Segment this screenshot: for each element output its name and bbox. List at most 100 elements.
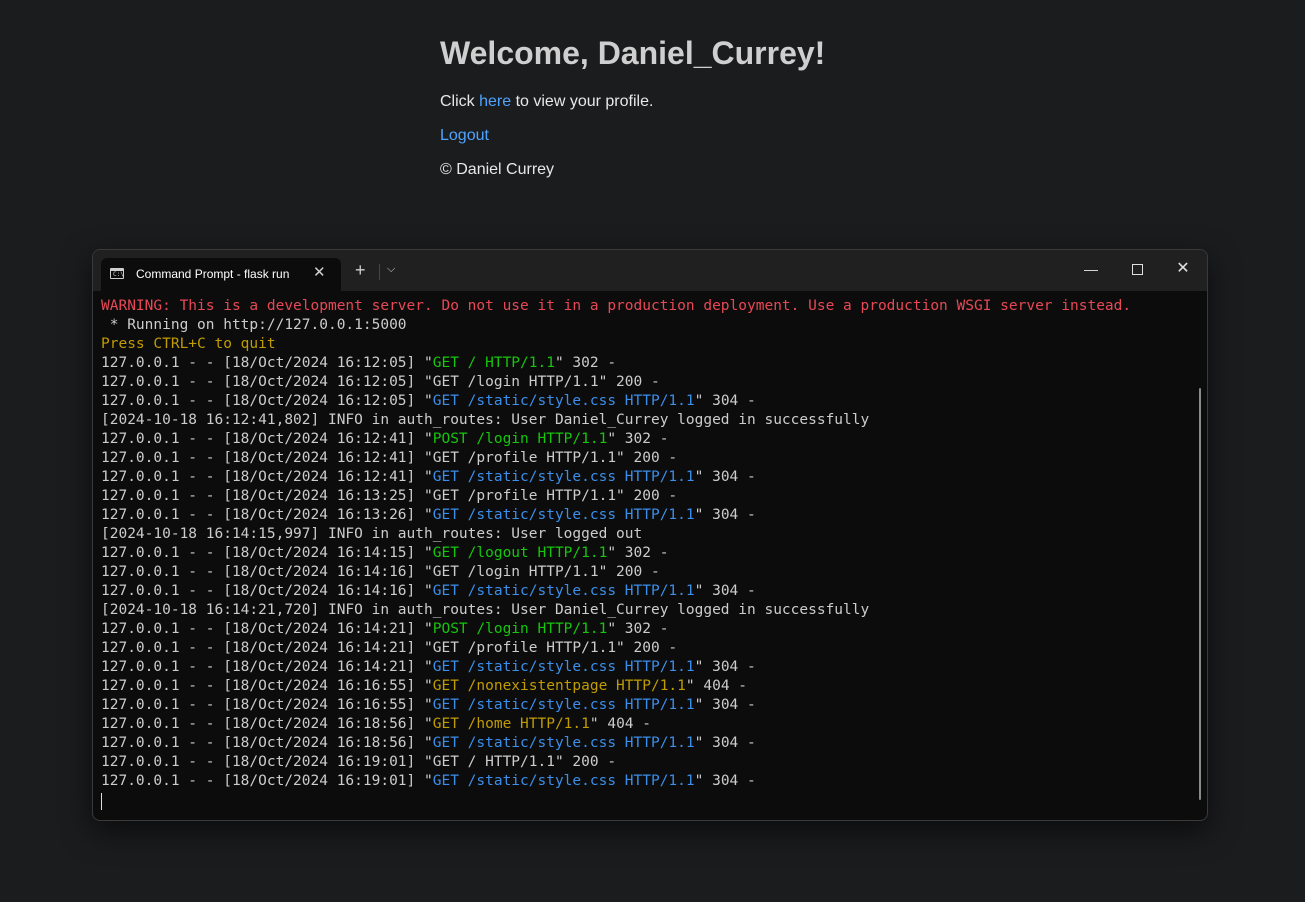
terminal-text-segment: GET /home HTTP/1.1 [432,716,590,732]
terminal-text-segment: " 304 - [694,697,756,713]
welcome-heading: Welcome, Daniel_Currey! [440,35,826,71]
terminal-text-segment: " 302 - [607,431,669,447]
terminal-text-segment: " 302 - [607,545,669,561]
terminal-text-segment: GET /static/style.css HTTP/1.1 [432,773,695,789]
terminal-text-segment: GET /logout HTTP/1.1 [432,545,608,561]
terminal-text-segment: " 304 - [694,583,756,599]
terminal-text-segment: 127.0.0.1 - - [18/Oct/2024 16:14:15] " [101,545,433,561]
terminal-text-segment: " 304 - [694,735,756,751]
command-prompt-icon: C:\ [110,268,124,279]
terminal-line: WARNING: This is a development server. D… [101,297,1195,316]
terminal-text-segment: 127.0.0.1 - - [18/Oct/2024 16:18:56] " [101,735,433,751]
terminal-text-segment: 127.0.0.1 - - [18/Oct/2024 16:16:55] " [101,678,433,694]
command-prompt-icon-text: C:\ [113,271,124,278]
terminal-text-segment: GET /static/style.css HTTP/1.1 [432,583,695,599]
terminal-text-segment: GET /static/style.css HTTP/1.1 [432,469,695,485]
terminal-text-segment: " 304 - [694,469,756,485]
terminal-text-segment: " 404 - [685,678,748,694]
terminal-text-segment: 127.0.0.1 - - [18/Oct/2024 16:18:56] " [101,716,433,732]
terminal-line: 127.0.0.1 - - [18/Oct/2024 16:19:01] "GE… [101,772,1195,791]
terminal-text-segment: 127.0.0.1 - - [18/Oct/2024 16:14:21] " [101,621,433,637]
terminal-output[interactable]: WARNING: This is a development server. D… [101,297,1195,791]
terminal-line: [2024-10-18 16:14:21,720] INFO in auth_r… [101,601,1195,620]
terminal-text-segment: 127.0.0.1 - - [18/Oct/2024 16:12:41] " [101,469,433,485]
terminal-line: 127.0.0.1 - - [18/Oct/2024 16:13:26] "GE… [101,506,1195,525]
profile-prompt-suffix: to view your profile. [511,93,654,110]
terminal-text-segment: 127.0.0.1 - - [18/Oct/2024 16:13:25] "GE… [101,488,678,504]
profile-prompt: Click here to view your profile. [440,93,653,111]
tab-title: Command Prompt - flask run [136,267,290,281]
terminal-text-segment: GET /static/style.css HTTP/1.1 [432,735,695,751]
terminal-text-segment: GET /static/style.css HTTP/1.1 [432,507,695,523]
terminal-line: [2024-10-18 16:14:15,997] INFO in auth_r… [101,525,1195,544]
scrollbar[interactable] [1199,388,1201,800]
terminal-text-segment: WARNING: This is a development server. D… [101,298,1132,314]
terminal-text-segment: POST /login HTTP/1.1 [432,621,608,637]
terminal-line: 127.0.0.1 - - [18/Oct/2024 16:13:25] "GE… [101,487,1195,506]
terminal-line: 127.0.0.1 - - [18/Oct/2024 16:12:05] "GE… [101,354,1195,373]
terminal-text-segment: " 304 - [694,507,756,523]
terminal-titlebar[interactable]: C:\ Command Prompt - flask run ✕ + ⌵ — ✕ [93,250,1207,291]
terminal-text-segment: 127.0.0.1 - - [18/Oct/2024 16:14:16] " [101,583,433,599]
terminal-text-segment: 127.0.0.1 - - [18/Oct/2024 16:12:05] "GE… [101,374,660,390]
tab-divider [379,264,380,280]
terminal-text-segment: " 404 - [589,716,651,732]
terminal-text-segment: 127.0.0.1 - - [18/Oct/2024 16:14:16] "GE… [101,564,660,580]
terminal-text-segment: 127.0.0.1 - - [18/Oct/2024 16:14:21] "GE… [101,640,678,656]
terminal-text-segment: GET / HTTP/1.1 [432,355,555,371]
minimize-icon[interactable]: — [1081,261,1101,277]
terminal-text-segment: 127.0.0.1 - - [18/Oct/2024 16:13:26] " [101,507,433,523]
terminal-line: [2024-10-18 16:12:41,802] INFO in auth_r… [101,411,1195,430]
terminal-line: 127.0.0.1 - - [18/Oct/2024 16:12:41] "PO… [101,430,1195,449]
terminal-line: 127.0.0.1 - - [18/Oct/2024 16:12:41] "GE… [101,449,1195,468]
terminal-text-segment: 127.0.0.1 - - [18/Oct/2024 16:12:41] " [101,431,433,447]
terminal-line: 127.0.0.1 - - [18/Oct/2024 16:12:41] "GE… [101,468,1195,487]
plus-icon[interactable]: + [355,261,366,279]
terminal-text-segment: * Running on http://127.0.0.1:5000 [101,317,407,333]
terminal-text-segment: 127.0.0.1 - - [18/Oct/2024 16:14:21] " [101,659,433,675]
terminal-tab[interactable]: C:\ Command Prompt - flask run ✕ [101,258,341,291]
terminal-text-segment: Press CTRL+C to quit [101,336,276,352]
close-icon[interactable]: ✕ [313,263,326,281]
terminal-text-segment: " 304 - [694,773,756,789]
maximize-icon[interactable] [1127,261,1147,275]
terminal-text-segment: GET /static/style.css HTTP/1.1 [432,393,695,409]
terminal-line: 127.0.0.1 - - [18/Oct/2024 16:12:05] "GE… [101,392,1195,411]
footer-text: © Daniel Currey [440,161,555,178]
terminal-line: 127.0.0.1 - - [18/Oct/2024 16:14:15] "GE… [101,544,1195,563]
terminal-text-segment: " 302 - [554,355,617,371]
terminal-text-segment: [2024-10-18 16:14:21,720] INFO in auth_r… [101,602,870,618]
terminal-text-segment: GET /static/style.css HTTP/1.1 [432,697,695,713]
terminal-text-segment: " 302 - [607,621,669,637]
chevron-down-icon[interactable]: ⌵ [387,263,395,276]
terminal-text-segment: " 304 - [694,659,756,675]
terminal-text-segment: 127.0.0.1 - - [18/Oct/2024 16:12:05] " [101,393,433,409]
terminal-line: 127.0.0.1 - - [18/Oct/2024 16:12:05] "GE… [101,373,1195,392]
terminal-line: 127.0.0.1 - - [18/Oct/2024 16:14:16] "GE… [101,563,1195,582]
terminal-line: 127.0.0.1 - - [18/Oct/2024 16:18:56] "GE… [101,734,1195,753]
text-cursor [101,793,102,810]
profile-prompt-prefix: Click [440,93,480,110]
terminal-text-segment: [2024-10-18 16:12:41,802] INFO in auth_r… [101,412,870,428]
terminal-line: Press CTRL+C to quit [101,335,1195,354]
terminal-text-segment: 127.0.0.1 - - [18/Oct/2024 16:19:01] "GE… [101,754,617,770]
terminal-text-segment: 127.0.0.1 - - [18/Oct/2024 16:16:55] " [101,697,433,713]
terminal-line: 127.0.0.1 - - [18/Oct/2024 16:14:16] "GE… [101,582,1195,601]
terminal-window[interactable]: C:\ Command Prompt - flask run ✕ + ⌵ — ✕… [92,249,1208,821]
terminal-line: 127.0.0.1 - - [18/Oct/2024 16:16:55] "GE… [101,696,1195,715]
close-icon[interactable]: ✕ [1173,261,1193,277]
terminal-text-segment: 127.0.0.1 - - [18/Oct/2024 16:12:05] " [101,355,433,371]
logout-link[interactable]: Logout [440,127,489,144]
terminal-line: 127.0.0.1 - - [18/Oct/2024 16:16:55] "GE… [101,677,1195,696]
terminal-text-segment: GET /static/style.css HTTP/1.1 [432,659,695,675]
terminal-line: 127.0.0.1 - - [18/Oct/2024 16:18:56] "GE… [101,715,1195,734]
terminal-text-segment: " 304 - [694,393,756,409]
logout-paragraph: Logout [440,127,489,145]
terminal-line: 127.0.0.1 - - [18/Oct/2024 16:14:21] "GE… [101,658,1195,677]
profile-link[interactable]: here [479,93,511,110]
terminal-line: 127.0.0.1 - - [18/Oct/2024 16:14:21] "GE… [101,639,1195,658]
terminal-text-segment: GET /nonexistentpage HTTP/1.1 [432,678,686,694]
terminal-text-segment: POST /login HTTP/1.1 [432,431,608,447]
terminal-text-segment: 127.0.0.1 - - [18/Oct/2024 16:12:41] "GE… [101,450,678,466]
terminal-text-segment: [2024-10-18 16:14:15,997] INFO in auth_r… [101,526,643,542]
